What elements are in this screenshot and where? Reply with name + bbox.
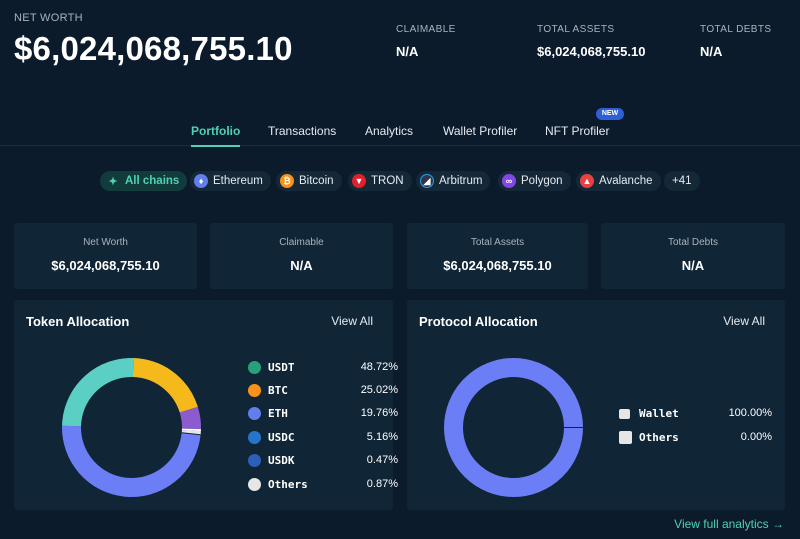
polygon-icon: ∞: [502, 174, 516, 188]
header-stat-total-debts: TOTAL DEBTS N/A: [700, 24, 771, 59]
protocol-donut-chart: [444, 358, 583, 497]
avalanche-icon: ▲: [580, 174, 594, 188]
stat-label: TOTAL DEBTS: [700, 24, 772, 35]
chain-chip-bitcoin[interactable]: ₿ Bitcoin: [276, 171, 342, 191]
ethereum-icon: ♦: [194, 174, 208, 188]
legend-name: BTC: [268, 384, 288, 397]
chain-chip-polygon[interactable]: ∞ Polygon: [498, 171, 571, 191]
header-stat-total-assets: TOTAL ASSETS $6,024,068,755.10: [537, 24, 645, 59]
token-legend-usdc: USDC 5.16%: [248, 430, 398, 446]
stat-value: $6,024,068,755.10: [537, 44, 646, 59]
others-icon: [619, 431, 632, 444]
card-value: $6,024,068,755.10: [443, 258, 552, 273]
summary-card-total-assets: Total Assets $6,024,068,755.10: [407, 223, 588, 289]
tab-nft-profiler[interactable]: NFT Profiler: [545, 124, 609, 138]
legend-percent: 100.00%: [728, 407, 772, 419]
tab-wallet-profiler[interactable]: Wallet Profiler: [443, 124, 517, 138]
card-label: Net Worth: [83, 237, 128, 248]
card-label: Total Assets: [470, 237, 525, 248]
protocol-view-all-link[interactable]: View All: [723, 314, 765, 328]
protocol-allocation-title: Protocol Allocation: [419, 314, 538, 329]
legend-name: ETH: [268, 407, 288, 420]
view-full-analytics-link[interactable]: View full analytics →: [674, 517, 784, 531]
net-worth-value: $6,024,068,755.10: [14, 30, 293, 67]
usdt-icon: [248, 361, 261, 374]
legend-percent: 0.47%: [366, 454, 398, 466]
card-label: Claimable: [279, 237, 324, 248]
sparkle-icon: ✦: [108, 175, 118, 188]
stat-value: N/A: [396, 44, 419, 59]
legend-name: USDC: [268, 431, 295, 444]
card-value: N/A: [290, 258, 313, 273]
legend-name: Others: [268, 478, 308, 491]
usdk-icon: [248, 454, 261, 467]
card-label: Total Debts: [667, 237, 719, 248]
chain-chip-avalanche[interactable]: ▲ Avalanche: [576, 171, 661, 191]
usdc-icon: [248, 431, 261, 444]
arbitrum-icon: ◢: [420, 174, 434, 188]
token-legend-others: Others 0.87%: [248, 477, 398, 493]
card-value: $6,024,068,755.10: [51, 258, 160, 273]
legend-percent: 5.16%: [366, 431, 398, 443]
legend-name: USDK: [268, 454, 295, 467]
legend-percent: 25.02%: [360, 384, 398, 396]
stat-label: CLAIMABLE: [396, 24, 456, 35]
legend-name: Wallet: [639, 407, 679, 420]
ethereum-icon: [248, 407, 261, 420]
others-icon: [248, 478, 261, 491]
chain-chip-arbitrum[interactable]: ◢ Arbitrum: [416, 171, 491, 191]
net-worth-label: NET WORTH: [14, 12, 83, 24]
legend-percent: 0.87%: [366, 478, 398, 490]
token-legend-usdt: USDT 48.72%: [248, 360, 398, 376]
header-stat-claimable: CLAIMABLE N/A: [396, 24, 456, 59]
arrow-right-icon: →: [772, 517, 784, 531]
legend-name: USDT: [268, 361, 295, 374]
bitcoin-icon: ₿: [280, 174, 294, 188]
stat-label: TOTAL ASSETS: [537, 24, 615, 35]
new-badge: NEW: [596, 108, 624, 120]
chain-chip-label: Bitcoin: [299, 175, 334, 187]
chain-chip-label: Ethereum: [213, 175, 263, 187]
footer-link-label: View full analytics: [674, 517, 769, 531]
main-tabs: Portfolio Transactions Analytics Wallet …: [0, 112, 800, 147]
token-legend-btc: BTC 25.02%: [248, 383, 398, 399]
token-view-all-link[interactable]: View All: [331, 314, 373, 328]
chain-filter-bar: ✦ All chains ♦ Ethereum ₿ Bitcoin ▼ TRON…: [0, 171, 800, 191]
protocol-legend-wallet: Wallet 100.00%: [619, 406, 772, 422]
summary-card-claimable: Claimable N/A: [210, 223, 393, 289]
chain-chip-label: Arbitrum: [439, 175, 483, 187]
token-legend-eth: ETH 19.76%: [248, 406, 398, 422]
tab-portfolio[interactable]: Portfolio: [191, 124, 241, 147]
legend-name: Others: [639, 431, 679, 444]
token-allocation-panel: Token Allocation View All USDT 48.72% BT…: [14, 300, 398, 510]
bitcoin-icon: [248, 384, 261, 397]
tab-transactions[interactable]: Transactions: [268, 124, 336, 138]
legend-percent: 19.76%: [360, 407, 398, 419]
donut-slice-wallet: [444, 358, 583, 497]
legend-percent: 0.00%: [740, 431, 772, 443]
chain-chip-label: All chains: [125, 175, 180, 187]
chain-chip-label: TRON: [371, 175, 404, 187]
chain-chip-label: Avalanche: [599, 175, 653, 187]
protocol-allocation-panel: Protocol Allocation View All Wallet 100.…: [407, 300, 785, 510]
chain-chip-tron[interactable]: ▼ TRON: [348, 171, 412, 191]
wallet-icon: [619, 409, 630, 419]
protocol-legend-others: Others 0.00%: [619, 430, 772, 446]
chain-chip-ethereum[interactable]: ♦ Ethereum: [190, 171, 271, 191]
chain-chip-all[interactable]: ✦ All chains: [100, 171, 188, 191]
stat-value: N/A: [700, 44, 723, 59]
summary-card-net-worth: Net Worth $6,024,068,755.10: [14, 223, 197, 289]
tron-icon: ▼: [352, 174, 366, 188]
summary-card-total-debts: Total Debts N/A: [601, 223, 785, 289]
token-donut-chart: [62, 358, 201, 497]
tab-analytics[interactable]: Analytics: [365, 124, 413, 138]
card-value: N/A: [681, 258, 705, 273]
chain-chip-more[interactable]: +41: [664, 171, 700, 191]
token-allocation-title: Token Allocation: [26, 314, 130, 329]
token-legend-usdk: USDK 0.47%: [248, 453, 398, 469]
chain-chip-label: Polygon: [521, 175, 563, 187]
legend-percent: 48.72%: [360, 361, 398, 373]
